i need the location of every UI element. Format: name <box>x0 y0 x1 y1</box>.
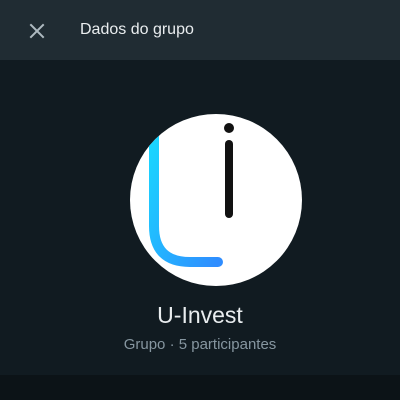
group-info-panel: Dados do grupo U-Invest Grupo · 5 partic… <box>0 0 400 400</box>
close-icon <box>29 23 45 39</box>
u-invest-logo <box>149 121 249 267</box>
group-meta: Grupo · 5 participantes <box>0 335 400 355</box>
section-divider <box>0 375 400 400</box>
meta-separator: · <box>169 336 175 353</box>
close-button[interactable] <box>24 18 50 44</box>
group-type: Grupo <box>123 336 166 353</box>
group-avatar[interactable] <box>130 114 302 286</box>
participants-count[interactable]: 5 participantes <box>179 336 277 353</box>
panel-title: Dados do grupo <box>80 21 194 38</box>
group-name: U-Invest <box>157 302 243 328</box>
panel-header: Dados do grupo <box>0 0 400 60</box>
